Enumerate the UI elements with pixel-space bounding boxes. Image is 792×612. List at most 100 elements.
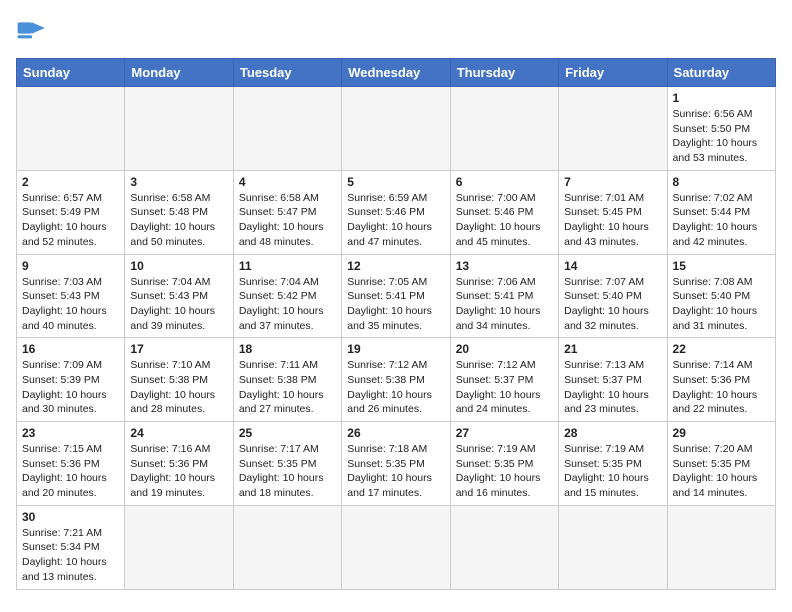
- calendar-cell: [450, 87, 558, 171]
- calendar-week-3: 9 Sunrise: 7:03 AM Sunset: 5:43 PM Daylig…: [17, 254, 776, 338]
- day-number: 8: [673, 175, 770, 189]
- calendar-cell: 6 Sunrise: 7:00 AM Sunset: 5:46 PM Daylig…: [450, 170, 558, 254]
- day-info: Sunrise: 7:21 AM Sunset: 5:34 PM Dayligh…: [22, 526, 119, 585]
- day-number: 11: [239, 259, 336, 273]
- day-number: 5: [347, 175, 444, 189]
- day-number: 14: [564, 259, 661, 273]
- calendar-cell: 4Sunrise: 6:58 AM Sunset: 5:47 PM Daylig…: [233, 170, 341, 254]
- weekday-header-row: SundayMondayTuesdayWednesdayThursdayFrid…: [17, 59, 776, 87]
- calendar-cell: 11 Sunrise: 7:04 AM Sunset: 5:42 PM Dayli…: [233, 254, 341, 338]
- calendar-week-4: 16 Sunrise: 7:09 AM Sunset: 5:39 PM Dayli…: [17, 338, 776, 422]
- day-info: Sunrise: 7:03 AM Sunset: 5:43 PM Dayligh…: [22, 275, 119, 334]
- calendar-cell: 14Sunrise: 7:07 AM Sunset: 5:40 PM Dayli…: [559, 254, 667, 338]
- logo-icon: [16, 16, 48, 48]
- calendar-cell: 1Sunrise: 6:56 AM Sunset: 5:50 PM Daylig…: [667, 87, 775, 171]
- day-number: 30: [22, 510, 119, 524]
- calendar-cell: 18Sunrise: 7:11 AM Sunset: 5:38 PM Dayli…: [233, 338, 341, 422]
- calendar-cell: 28Sunrise: 7:19 AM Sunset: 5:35 PM Dayli…: [559, 422, 667, 506]
- weekday-header-sunday: Sunday: [17, 59, 125, 87]
- calendar-cell: 12 Sunrise: 7:05 AM Sunset: 5:41 PM Dayli…: [342, 254, 450, 338]
- day-info: Sunrise: 7:04 AM Sunset: 5:42 PM Dayligh…: [239, 275, 336, 334]
- day-info: Sunrise: 6:58 AM Sunset: 5:47 PM Dayligh…: [239, 191, 336, 250]
- day-info: Sunrise: 7:06 AM Sunset: 5:41 PM Dayligh…: [456, 275, 553, 334]
- calendar-cell: [667, 505, 775, 589]
- day-number: 13: [456, 259, 553, 273]
- calendar-cell: [342, 505, 450, 589]
- calendar-cell: 3Sunrise: 6:58 AM Sunset: 5:48 PM Daylig…: [125, 170, 233, 254]
- day-info: Sunrise: 7:01 AM Sunset: 5:45 PM Dayligh…: [564, 191, 661, 250]
- day-info: Sunrise: 7:10 AM Sunset: 5:38 PM Dayligh…: [130, 358, 227, 417]
- calendar-cell: 22Sunrise: 7:14 AM Sunset: 5:36 PM Dayli…: [667, 338, 775, 422]
- weekday-header-tuesday: Tuesday: [233, 59, 341, 87]
- calendar-cell: 7Sunrise: 7:01 AM Sunset: 5:45 PM Daylig…: [559, 170, 667, 254]
- day-info: Sunrise: 7:12 AM Sunset: 5:38 PM Dayligh…: [347, 358, 444, 417]
- calendar-cell: 9 Sunrise: 7:03 AM Sunset: 5:43 PM Daylig…: [17, 254, 125, 338]
- day-number: 29: [673, 426, 770, 440]
- day-info: Sunrise: 6:57 AM Sunset: 5:49 PM Dayligh…: [22, 191, 119, 250]
- weekday-header-saturday: Saturday: [667, 59, 775, 87]
- calendar-week-5: 23 Sunrise: 7:15 AM Sunset: 5:36 PM Dayli…: [17, 422, 776, 506]
- calendar-cell: 13 Sunrise: 7:06 AM Sunset: 5:41 PM Dayli…: [450, 254, 558, 338]
- day-info: Sunrise: 7:05 AM Sunset: 5:41 PM Dayligh…: [347, 275, 444, 334]
- day-number: 17: [130, 342, 227, 356]
- day-info: Sunrise: 7:19 AM Sunset: 5:35 PM Dayligh…: [564, 442, 661, 501]
- day-info: Sunrise: 7:12 AM Sunset: 5:37 PM Dayligh…: [456, 358, 553, 417]
- day-number: 12: [347, 259, 444, 273]
- calendar-cell: 27 Sunrise: 7:19 AM Sunset: 5:35 PM Dayli…: [450, 422, 558, 506]
- day-info: Sunrise: 6:59 AM Sunset: 5:46 PM Dayligh…: [347, 191, 444, 250]
- calendar-week-1: 1Sunrise: 6:56 AM Sunset: 5:50 PM Daylig…: [17, 87, 776, 171]
- calendar-cell: 29 Sunrise: 7:20 AM Sunset: 5:35 PM Dayli…: [667, 422, 775, 506]
- calendar-cell: [233, 87, 341, 171]
- logo: [16, 16, 52, 48]
- calendar-cell: [342, 87, 450, 171]
- day-number: 9: [22, 259, 119, 273]
- day-number: 25: [239, 426, 336, 440]
- calendar-cell: [450, 505, 558, 589]
- calendar-cell: 5 Sunrise: 6:59 AM Sunset: 5:46 PM Daylig…: [342, 170, 450, 254]
- day-info: Sunrise: 7:02 AM Sunset: 5:44 PM Dayligh…: [673, 191, 770, 250]
- calendar-cell: [125, 505, 233, 589]
- calendar-week-2: 2 Sunrise: 6:57 AM Sunset: 5:49 PM Daylig…: [17, 170, 776, 254]
- day-info: Sunrise: 7:19 AM Sunset: 5:35 PM Dayligh…: [456, 442, 553, 501]
- calendar-cell: 20 Sunrise: 7:12 AM Sunset: 5:37 PM Dayli…: [450, 338, 558, 422]
- calendar-cell: 10Sunrise: 7:04 AM Sunset: 5:43 PM Dayli…: [125, 254, 233, 338]
- day-info: Sunrise: 7:13 AM Sunset: 5:37 PM Dayligh…: [564, 358, 661, 417]
- day-info: Sunrise: 7:14 AM Sunset: 5:36 PM Dayligh…: [673, 358, 770, 417]
- day-number: 18: [239, 342, 336, 356]
- day-number: 20: [456, 342, 553, 356]
- day-number: 27: [456, 426, 553, 440]
- day-number: 19: [347, 342, 444, 356]
- calendar-cell: 2 Sunrise: 6:57 AM Sunset: 5:49 PM Daylig…: [17, 170, 125, 254]
- page-header: [16, 16, 776, 48]
- day-info: Sunrise: 7:00 AM Sunset: 5:46 PM Dayligh…: [456, 191, 553, 250]
- day-number: 2: [22, 175, 119, 189]
- day-number: 3: [130, 175, 227, 189]
- calendar-cell: 24 Sunrise: 7:16 AM Sunset: 5:36 PM Dayli…: [125, 422, 233, 506]
- calendar-cell: 26Sunrise: 7:18 AM Sunset: 5:35 PM Dayli…: [342, 422, 450, 506]
- day-info: Sunrise: 7:20 AM Sunset: 5:35 PM Dayligh…: [673, 442, 770, 501]
- day-number: 24: [130, 426, 227, 440]
- day-number: 6: [456, 175, 553, 189]
- day-info: Sunrise: 7:15 AM Sunset: 5:36 PM Dayligh…: [22, 442, 119, 501]
- day-number: 16: [22, 342, 119, 356]
- day-info: Sunrise: 7:17 AM Sunset: 5:35 PM Dayligh…: [239, 442, 336, 501]
- calendar-cell: 21 Sunrise: 7:13 AM Sunset: 5:37 PM Dayli…: [559, 338, 667, 422]
- day-number: 21: [564, 342, 661, 356]
- calendar-table: SundayMondayTuesdayWednesdayThursdayFrid…: [16, 58, 776, 590]
- weekday-header-friday: Friday: [559, 59, 667, 87]
- day-info: Sunrise: 7:09 AM Sunset: 5:39 PM Dayligh…: [22, 358, 119, 417]
- calendar-cell: [17, 87, 125, 171]
- day-number: 23: [22, 426, 119, 440]
- day-info: Sunrise: 7:08 AM Sunset: 5:40 PM Dayligh…: [673, 275, 770, 334]
- day-number: 15: [673, 259, 770, 273]
- calendar-cell: 30 Sunrise: 7:21 AM Sunset: 5:34 PM Dayli…: [17, 505, 125, 589]
- calendar-cell: 19 Sunrise: 7:12 AM Sunset: 5:38 PM Dayli…: [342, 338, 450, 422]
- weekday-header-thursday: Thursday: [450, 59, 558, 87]
- calendar-cell: 23 Sunrise: 7:15 AM Sunset: 5:36 PM Dayli…: [17, 422, 125, 506]
- calendar-week-6: 30 Sunrise: 7:21 AM Sunset: 5:34 PM Dayli…: [17, 505, 776, 589]
- day-number: 1: [673, 91, 770, 105]
- weekday-header-monday: Monday: [125, 59, 233, 87]
- calendar-cell: 16 Sunrise: 7:09 AM Sunset: 5:39 PM Dayli…: [17, 338, 125, 422]
- day-number: 26: [347, 426, 444, 440]
- day-info: Sunrise: 7:16 AM Sunset: 5:36 PM Dayligh…: [130, 442, 227, 501]
